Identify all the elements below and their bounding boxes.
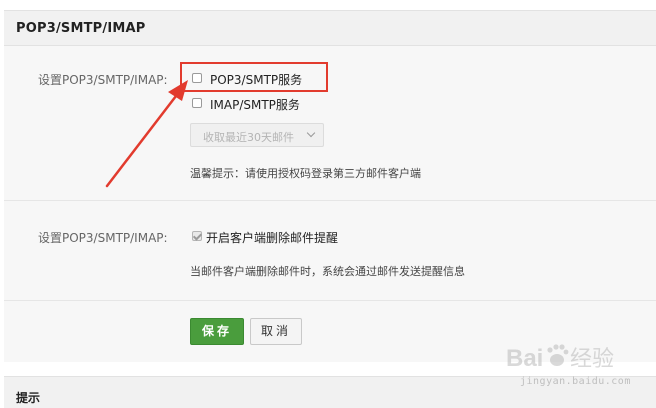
delete-reminder-label: 设置POP3/SMTP/IMAP: <box>38 231 168 245</box>
save-button[interactable]: 保存 <box>190 318 244 345</box>
service-settings-label: 设置POP3/SMTP/IMAP: <box>38 73 168 87</box>
chevron-down-icon <box>306 128 316 138</box>
service-settings-section: 设置POP3/SMTP/IMAP: POP3/SMTP服务 IMAP/SMTP服… <box>4 46 656 200</box>
section-header: POP3/SMTP/IMAP <box>4 10 656 46</box>
checkmark-icon <box>192 231 203 241</box>
receive-range-selected-value: 收取最近30天邮件 <box>203 131 294 144</box>
delete-reminder-option-label[interactable]: 开启客户端删除邮件提醒 <box>206 229 338 246</box>
receive-range-select[interactable]: 收取最近30天邮件 <box>190 123 324 147</box>
svg-text:Bai: Bai <box>506 345 543 372</box>
delete-reminder-description: 当邮件客户端删除邮件时，系统会通过邮件发送提醒信息 <box>190 265 465 278</box>
pop3-smtp-checkbox[interactable] <box>192 73 202 83</box>
cancel-button[interactable]: 取消 <box>250 318 302 345</box>
section-title: POP3/SMTP/IMAP <box>16 21 146 36</box>
paw-icon <box>547 344 569 366</box>
svg-text:经验: 经验 <box>570 346 614 371</box>
watermark-url: jingyan.baidu.com <box>520 376 631 387</box>
imap-smtp-option-label[interactable]: IMAP/SMTP服务 <box>210 96 300 113</box>
delete-reminder-section: 设置POP3/SMTP/IMAP: 开启客户端删除邮件提醒 当邮件客户端删除邮件… <box>4 200 656 300</box>
pop3-smtp-option-label[interactable]: POP3/SMTP服务 <box>210 71 302 88</box>
authorization-code-hint: 温馨提示：请使用授权码登录第三方邮件客户端 <box>190 167 421 180</box>
pop3-smtp-imap-settings-page: POP3/SMTP/IMAP 设置POP3/SMTP/IMAP: POP3/SM… <box>0 0 656 408</box>
imap-smtp-checkbox[interactable] <box>192 98 202 108</box>
tips-title: 提示 <box>16 391 41 405</box>
delete-reminder-checkbox[interactable] <box>192 231 203 241</box>
